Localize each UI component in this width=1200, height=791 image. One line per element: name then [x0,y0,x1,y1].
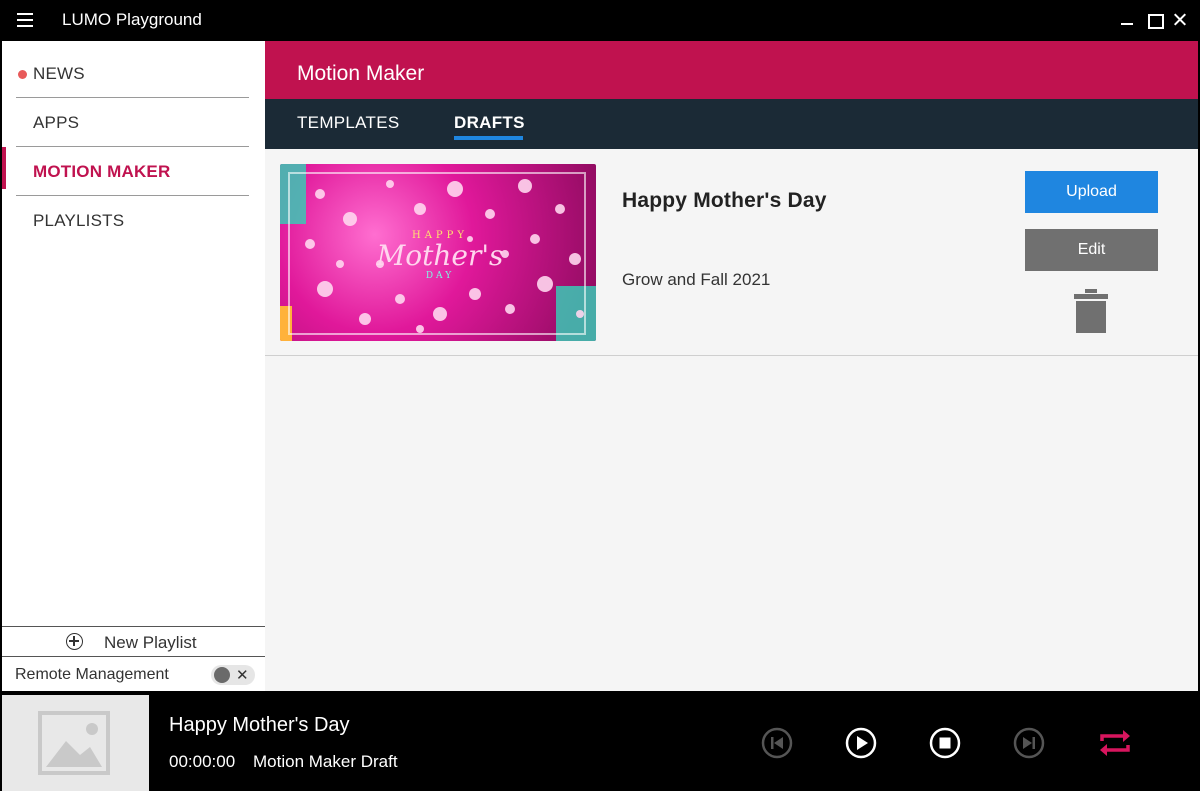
main-panel: Motion Maker TEMPLATES DRAFTS HAPPY Moth… [265,41,1198,691]
remote-management: Remote Management ✕ [2,659,265,691]
sidebar: NEWS APPS MOTION MAKER PLAYLISTS New Pla… [2,41,265,691]
unread-dot-icon [18,70,27,79]
skip-previous-icon[interactable] [761,727,793,759]
remote-management-label: Remote Management [15,666,169,683]
sidebar-item-playlists[interactable]: PLAYLISTS [16,196,249,245]
now-playing-artwork [2,695,149,791]
new-playlist-label: New Playlist [104,633,197,652]
sidebar-item-apps[interactable]: APPS [16,98,249,147]
thumbnail-text: Mother's [376,239,504,272]
edit-button[interactable]: Edit [1025,229,1158,271]
sidebar-item-news[interactable]: NEWS [16,49,249,98]
play-icon[interactable] [845,727,877,759]
sidebar-item-label: NEWS [33,64,85,83]
sidebar-item-label: MOTION MAKER [33,162,171,181]
upload-button[interactable]: Upload [1025,171,1158,213]
stop-icon[interactable] [929,727,961,759]
repeat-icon[interactable] [1097,727,1133,759]
toggle-knob [214,667,230,683]
draft-thumbnail[interactable]: HAPPY Mother's DAY [280,164,596,341]
remote-management-toggle[interactable]: ✕ [211,665,255,685]
maximize-icon[interactable] [1146,11,1164,29]
tab-drafts[interactable]: DRAFTS [454,113,525,133]
now-playing-source: Motion Maker Draft [253,752,398,771]
app-title: LUMO Playground [62,10,202,29]
tab-templates[interactable]: TEMPLATES [297,113,400,133]
trash-icon[interactable] [1072,289,1110,333]
draft-title: Happy Mother's Day [622,189,827,212]
page-header: Motion Maker [265,41,1198,99]
tab-bar: TEMPLATES DRAFTS [265,99,1198,149]
close-icon[interactable] [1172,11,1188,27]
skip-next-icon[interactable] [1013,727,1045,759]
thumbnail-caption: HAPPY Mother's DAY [340,230,540,281]
toggle-off-icon: ✕ [236,667,249,684]
add-circle-icon [66,633,83,650]
thumbnail-text: DAY [425,271,455,281]
sidebar-item-motion-maker[interactable]: MOTION MAKER [2,147,249,196]
page-title: Motion Maker [297,62,425,85]
active-indicator [2,147,6,189]
new-playlist-button[interactable]: New Playlist [2,626,265,657]
sidebar-item-label: APPS [33,113,80,132]
now-playing-title: Happy Mother's Day [169,714,350,736]
image-placeholder-icon [38,711,110,775]
minimize-icon[interactable] [1119,11,1135,27]
playback-time: 00:00:00 [169,752,236,771]
hamburger-menu-icon[interactable] [17,13,33,27]
active-tab-underline [454,136,523,140]
player-bar: Happy Mother's Day 00:00:00 Motion Maker… [0,691,1200,791]
draft-template-name: Grow and Fall 2021 [622,270,771,289]
sidebar-item-label: PLAYLISTS [33,211,125,230]
draft-list-item: HAPPY Mother's DAY Happy Mother's Day Gr… [265,149,1198,356]
title-bar: LUMO Playground [0,0,1200,41]
